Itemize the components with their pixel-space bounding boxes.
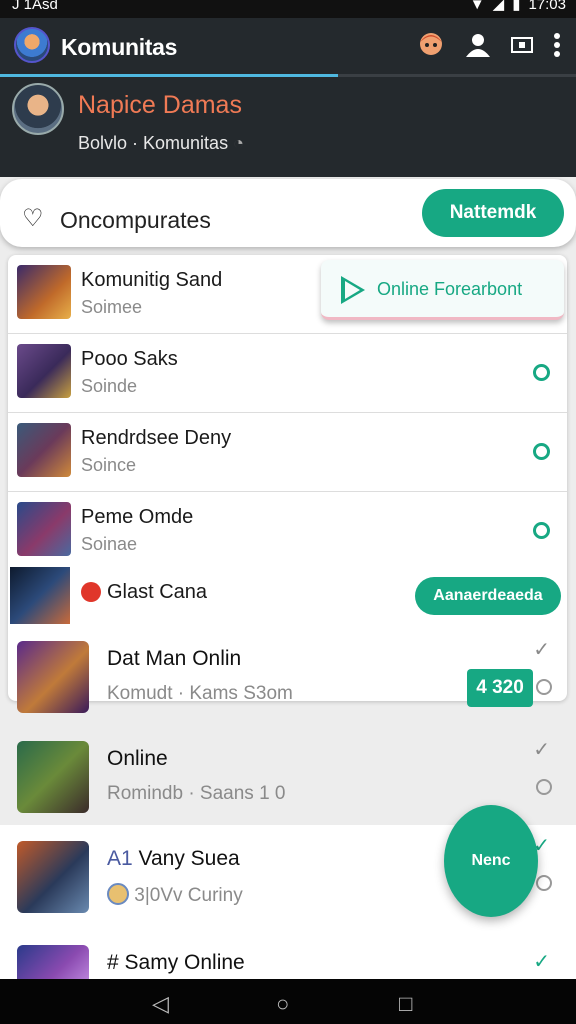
check-icon: ✓ — [533, 639, 550, 661]
character-avatar-icon[interactable] — [416, 30, 446, 65]
online-status-icon — [533, 364, 550, 381]
person-icon[interactable] — [464, 31, 492, 64]
status-ring-icon — [536, 679, 552, 695]
list-item-title: Peme Omde — [81, 506, 194, 528]
check-icon: ✓ — [533, 951, 550, 973]
game-thumbnail — [10, 567, 70, 624]
list-item-title: Glast Cana — [107, 581, 208, 603]
count-badge: 4 320 — [467, 669, 533, 707]
profile-header: Napice Damas Bolvlo · Komunitas ◔ — [0, 77, 576, 177]
system-nav-bar: ◁ ○ □ — [0, 979, 576, 1024]
action-button[interactable]: Aanaerdeaeda — [415, 577, 561, 615]
status-left-text: J 1Asd — [12, 0, 58, 13]
floating-action-button[interactable]: Nenc — [444, 805, 538, 917]
heart-icon[interactable]: ♡ — [22, 204, 44, 233]
list-item[interactable]: Peme Omde Soinae — [8, 492, 567, 571]
list-item-prefix: A1 — [107, 847, 133, 870]
screen-icon[interactable] — [510, 33, 534, 62]
wifi-icon: ▼ — [469, 0, 485, 13]
user-avatar-icon — [107, 883, 129, 905]
profile-subtitle: Bolvlo · Komunitas — [78, 133, 229, 153]
moon-icon: ◔ — [233, 133, 244, 153]
filter-card: ♡ Oncompurates Nattemdk — [0, 179, 576, 247]
status-ring-icon — [536, 875, 552, 891]
game-thumbnail — [17, 741, 89, 813]
list-item-subtitle: Soinae — [81, 534, 138, 554]
more-vert-icon[interactable] — [552, 32, 562, 63]
avatar[interactable] — [12, 83, 64, 135]
game-thumbnail — [17, 344, 71, 398]
list-item-title: Online — [107, 747, 168, 770]
battery-icon: ▮ — [512, 0, 521, 13]
filter-button[interactable]: Nattemdk — [422, 189, 564, 237]
play-icon — [341, 276, 365, 304]
online-popover[interactable]: Online Forearbont — [321, 260, 564, 320]
recents-icon[interactable]: □ — [399, 991, 412, 1017]
list-item-title: Dat Man Onlin — [107, 647, 242, 670]
back-icon[interactable]: ◁ — [152, 991, 169, 1017]
app-logo[interactable] — [14, 27, 50, 63]
game-thumbnail — [17, 502, 71, 556]
list-item-title: # Samy Online — [107, 951, 245, 974]
home-icon[interactable]: ○ — [276, 991, 289, 1017]
fire-icon — [81, 582, 101, 602]
list-item-subtitle: Soinde — [81, 376, 138, 396]
main-content: ♡ Oncompurates Nattemdk Komunitig Sand S… — [0, 177, 576, 979]
list-item-title: Komunitig Sand — [81, 269, 223, 291]
status-time: 17:03 — [528, 0, 566, 13]
signal-icon: ◢ — [492, 0, 505, 13]
list-item-title: Vany Suea — [138, 847, 240, 870]
filter-label: Oncompurates — [60, 207, 211, 233]
list-item-subtitle: Komudt · Kams S3om — [107, 683, 293, 704]
list-item-subtitle: 3|0Vv Curiny — [134, 885, 243, 906]
list-item-title: Rendrdsee Deny — [81, 427, 232, 449]
status-bar: J 1Asd ▼ ◢ ▮ 17:03 — [0, 0, 576, 18]
featured-list-item[interactable]: Glast Cana Aanaerdeaeda — [8, 567, 567, 624]
list-item[interactable]: # Samy Online ✓ — [0, 935, 576, 979]
popover-label: Online Forearbont — [377, 279, 523, 299]
game-thumbnail — [17, 945, 89, 979]
list-item[interactable]: Pooo Saks Soinde — [8, 334, 567, 413]
game-thumbnail — [17, 841, 89, 913]
list-item-title: Pooo Saks — [81, 348, 178, 370]
online-status-icon — [533, 522, 550, 539]
list-item[interactable]: Rendrdsee Deny Soince — [8, 413, 567, 492]
app-title: Komunitas — [61, 34, 178, 60]
list-item-subtitle: Soimee — [81, 297, 143, 317]
list-item-subtitle: Romindb · Saans 1 0 — [107, 783, 286, 804]
list-item-subtitle: Soince — [81, 455, 137, 475]
game-thumbnail — [17, 641, 89, 713]
online-status-icon — [533, 443, 550, 460]
game-thumbnail — [17, 265, 71, 319]
game-thumbnail — [17, 423, 71, 477]
app-bar: Komunitas — [0, 18, 576, 74]
status-ring-icon — [536, 779, 552, 795]
check-icon: ✓ — [533, 739, 550, 761]
profile-name: Napice Damas — [78, 91, 242, 119]
